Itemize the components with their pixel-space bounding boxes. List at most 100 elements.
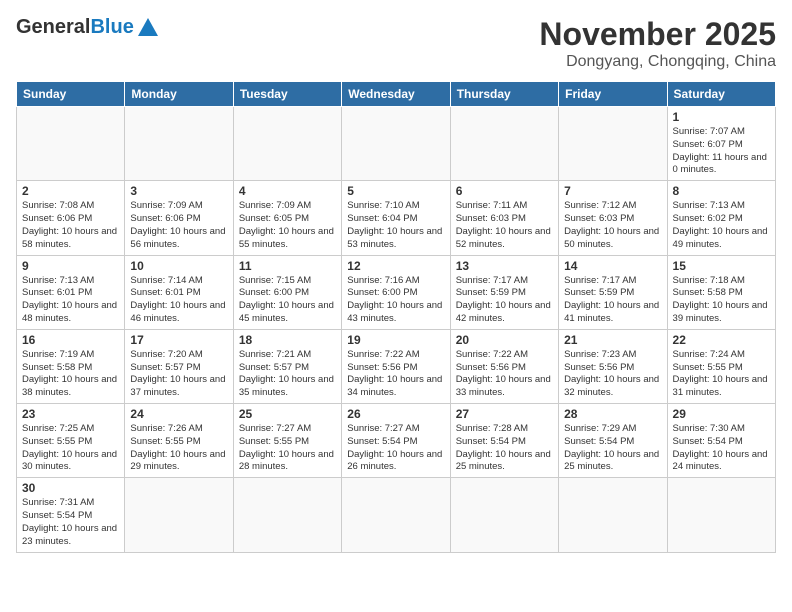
calendar-cell-w2-d1: 10 Sunrise: 7:14 AM Sunset: 6:01 PM Dayli… — [125, 255, 233, 329]
day-number: 16 — [22, 333, 119, 347]
calendar-cell-w5-d2 — [233, 478, 341, 552]
day-info: Sunrise: 7:20 AM Sunset: 5:57 PM Dayligh… — [130, 349, 227, 400]
calendar-week-5: 30Sunrise: 7:31 AM Sunset: 5:54 PM Dayli… — [17, 478, 776, 552]
calendar-cell-w4-d1: 24 Sunrise: 7:26 AM Sunset: 5:55 PM Dayli… — [125, 404, 233, 478]
calendar-week-4: 23Sunrise: 7:25 AM Sunset: 5:55 PM Dayli… — [17, 404, 776, 478]
day-number: 14 — [564, 259, 661, 273]
weekday-header-tuesday: Tuesday — [233, 82, 341, 107]
day-number: 28 — [564, 407, 661, 421]
calendar-cell-w5-d1 — [125, 478, 233, 552]
day-info: Sunrise: 7:27 AM Sunset: 5:55 PM Dayligh… — [239, 423, 336, 474]
calendar-table: SundayMondayTuesdayWednesdayThursdayFrid… — [16, 81, 776, 553]
day-info: Sunrise: 7:10 AM Sunset: 6:04 PM Dayligh… — [347, 200, 444, 251]
day-number: 29 — [673, 407, 770, 421]
calendar-cell-w2-d4: 13Sunrise: 7:17 AM Sunset: 5:59 PM Dayli… — [450, 255, 558, 329]
weekday-header-friday: Friday — [559, 82, 667, 107]
calendar-cell-w2-d6: 15 Sunrise: 7:18 AM Sunset: 5:58 PM Dayli… — [667, 255, 775, 329]
day-info: Sunrise: 7:19 AM Sunset: 5:58 PM Dayligh… — [22, 349, 119, 400]
day-number: 7 — [564, 184, 661, 198]
month-year: November 2025 — [539, 16, 776, 53]
logo: General Blue — [16, 16, 158, 39]
calendar-cell-w0-d4 — [450, 107, 558, 181]
day-info: Sunrise: 7:17 AM Sunset: 5:59 PM Dayligh… — [564, 275, 661, 326]
day-info: Sunrise: 7:30 AM Sunset: 5:54 PM Dayligh… — [673, 423, 770, 474]
weekday-header-sunday: Sunday — [17, 82, 125, 107]
day-info: Sunrise: 7:09 AM Sunset: 6:06 PM Dayligh… — [130, 200, 227, 251]
calendar-cell-w0-d6: 1 Sunrise: 7:07 AM Sunset: 6:07 PM Daylig… — [667, 107, 775, 181]
calendar-cell-w1-d6: 8 Sunrise: 7:13 AM Sunset: 6:02 PM Daylig… — [667, 181, 775, 255]
calendar-cell-w0-d3 — [342, 107, 450, 181]
page: General Blue November 2025 Dongyang, Cho… — [0, 0, 792, 612]
day-number: 4 — [239, 184, 336, 198]
calendar-cell-w0-d5 — [559, 107, 667, 181]
logo-text: General Blue — [16, 16, 158, 39]
day-number: 18 — [239, 333, 336, 347]
calendar-cell-w1-d4: 6 Sunrise: 7:11 AM Sunset: 6:03 PM Daylig… — [450, 181, 558, 255]
calendar-cell-w3-d4: 20Sunrise: 7:22 AM Sunset: 5:56 PM Dayli… — [450, 329, 558, 403]
day-info: Sunrise: 7:13 AM Sunset: 6:02 PM Dayligh… — [673, 200, 770, 251]
weekday-header-thursday: Thursday — [450, 82, 558, 107]
calendar-cell-w5-d4 — [450, 478, 558, 552]
day-number: 30 — [22, 481, 119, 495]
calendar-cell-w1-d0: 2Sunrise: 7:08 AM Sunset: 6:06 PM Daylig… — [17, 181, 125, 255]
calendar-cell-w5-d0: 30Sunrise: 7:31 AM Sunset: 5:54 PM Dayli… — [17, 478, 125, 552]
day-info: Sunrise: 7:11 AM Sunset: 6:03 PM Dayligh… — [456, 200, 553, 251]
day-number: 3 — [130, 184, 227, 198]
calendar-week-0: 1 Sunrise: 7:07 AM Sunset: 6:07 PM Daylig… — [17, 107, 776, 181]
calendar-cell-w4-d3: 26Sunrise: 7:27 AM Sunset: 5:54 PM Dayli… — [342, 404, 450, 478]
day-number: 11 — [239, 259, 336, 273]
weekday-header-row: SundayMondayTuesdayWednesdayThursdayFrid… — [17, 82, 776, 107]
day-info: Sunrise: 7:07 AM Sunset: 6:07 PM Dayligh… — [673, 126, 770, 177]
weekday-header-monday: Monday — [125, 82, 233, 107]
calendar-cell-w2-d3: 12Sunrise: 7:16 AM Sunset: 6:00 PM Dayli… — [342, 255, 450, 329]
day-number: 9 — [22, 259, 119, 273]
calendar-cell-w1-d1: 3 Sunrise: 7:09 AM Sunset: 6:06 PM Daylig… — [125, 181, 233, 255]
day-number: 19 — [347, 333, 444, 347]
calendar-cell-w4-d4: 27 Sunrise: 7:28 AM Sunset: 5:54 PM Dayli… — [450, 404, 558, 478]
calendar-cell-w5-d3 — [342, 478, 450, 552]
calendar-cell-w3-d2: 18Sunrise: 7:21 AM Sunset: 5:57 PM Dayli… — [233, 329, 341, 403]
logo-triangle-icon — [138, 18, 158, 36]
calendar-cell-w3-d3: 19Sunrise: 7:22 AM Sunset: 5:56 PM Dayli… — [342, 329, 450, 403]
day-number: 15 — [673, 259, 770, 273]
day-number: 8 — [673, 184, 770, 198]
calendar-cell-w0-d0 — [17, 107, 125, 181]
day-number: 21 — [564, 333, 661, 347]
calendar-cell-w0-d2 — [233, 107, 341, 181]
day-number: 10 — [130, 259, 227, 273]
calendar-cell-w2-d5: 14 Sunrise: 7:17 AM Sunset: 5:59 PM Dayli… — [559, 255, 667, 329]
calendar-week-1: 2Sunrise: 7:08 AM Sunset: 6:06 PM Daylig… — [17, 181, 776, 255]
day-number: 20 — [456, 333, 553, 347]
calendar-cell-w2-d2: 11 Sunrise: 7:15 AM Sunset: 6:00 PM Dayli… — [233, 255, 341, 329]
day-info: Sunrise: 7:18 AM Sunset: 5:58 PM Dayligh… — [673, 275, 770, 326]
day-number: 1 — [673, 110, 770, 124]
calendar-cell-w5-d5 — [559, 478, 667, 552]
day-number: 17 — [130, 333, 227, 347]
day-info: Sunrise: 7:17 AM Sunset: 5:59 PM Dayligh… — [456, 275, 553, 326]
logo-general-text: General — [16, 16, 90, 39]
day-number: 6 — [456, 184, 553, 198]
calendar-cell-w4-d5: 28Sunrise: 7:29 AM Sunset: 5:54 PM Dayli… — [559, 404, 667, 478]
calendar-cell-w4-d0: 23Sunrise: 7:25 AM Sunset: 5:55 PM Dayli… — [17, 404, 125, 478]
calendar-cell-w3-d6: 22Sunrise: 7:24 AM Sunset: 5:55 PM Dayli… — [667, 329, 775, 403]
day-number: 27 — [456, 407, 553, 421]
header: General Blue November 2025 Dongyang, Cho… — [16, 16, 776, 71]
weekday-header-saturday: Saturday — [667, 82, 775, 107]
weekday-header-wednesday: Wednesday — [342, 82, 450, 107]
day-info: Sunrise: 7:14 AM Sunset: 6:01 PM Dayligh… — [130, 275, 227, 326]
day-info: Sunrise: 7:24 AM Sunset: 5:55 PM Dayligh… — [673, 349, 770, 400]
day-number: 12 — [347, 259, 444, 273]
day-info: Sunrise: 7:26 AM Sunset: 5:55 PM Dayligh… — [130, 423, 227, 474]
day-info: Sunrise: 7:15 AM Sunset: 6:00 PM Dayligh… — [239, 275, 336, 326]
calendar-cell-w1-d3: 5Sunrise: 7:10 AM Sunset: 6:04 PM Daylig… — [342, 181, 450, 255]
calendar-cell-w3-d0: 16 Sunrise: 7:19 AM Sunset: 5:58 PM Dayli… — [17, 329, 125, 403]
day-info: Sunrise: 7:28 AM Sunset: 5:54 PM Dayligh… — [456, 423, 553, 474]
day-info: Sunrise: 7:27 AM Sunset: 5:54 PM Dayligh… — [347, 423, 444, 474]
day-info: Sunrise: 7:08 AM Sunset: 6:06 PM Dayligh… — [22, 200, 119, 251]
calendar-cell-w1-d5: 7Sunrise: 7:12 AM Sunset: 6:03 PM Daylig… — [559, 181, 667, 255]
day-info: Sunrise: 7:23 AM Sunset: 5:56 PM Dayligh… — [564, 349, 661, 400]
day-number: 24 — [130, 407, 227, 421]
title-block: November 2025 Dongyang, Chongqing, China — [539, 16, 776, 71]
day-info: Sunrise: 7:13 AM Sunset: 6:01 PM Dayligh… — [22, 275, 119, 326]
day-info: Sunrise: 7:09 AM Sunset: 6:05 PM Dayligh… — [239, 200, 336, 251]
